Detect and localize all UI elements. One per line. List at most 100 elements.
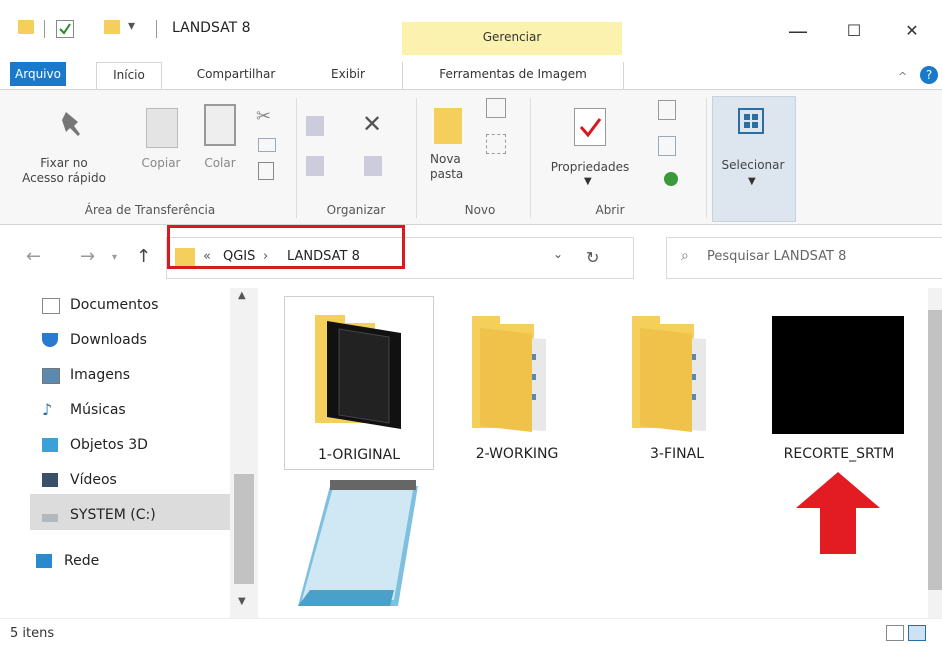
nav-item-music[interactable]: ♪ Músicas <box>42 395 126 425</box>
properties-button[interactable]: Propriedades <box>540 160 640 175</box>
ribbon: Fixar no Acesso rápido Copiar Colar ✂ Ár… <box>0 89 942 225</box>
content-scrollbar[interactable] <box>928 288 942 618</box>
downloads-icon <box>42 333 58 347</box>
open-group-label: Abrir <box>595 203 625 217</box>
copy-to-icon[interactable] <box>306 156 324 176</box>
folder-dark-icon <box>315 315 401 429</box>
nav-item-videos[interactable]: Vídeos <box>42 465 117 495</box>
maximize-button[interactable]: ☐ <box>834 16 874 46</box>
notepad-icon <box>298 480 418 606</box>
file-item[interactable]: 2-WORKING <box>442 296 592 470</box>
new-folder-button[interactable]: Nova pasta <box>420 152 486 182</box>
nav-item-label: Imagens <box>70 367 131 383</box>
new-group-label: Novo <box>464 203 496 217</box>
nav-item-label: Objetos 3D <box>70 437 148 453</box>
scroll-down-icon[interactable]: ▼ <box>238 596 246 607</box>
select-button[interactable]: Selecionar <box>708 158 798 173</box>
nav-item-label: Documentos <box>70 297 159 313</box>
nav-item-network[interactable]: Rede <box>36 546 100 576</box>
forward-arrow-icon[interactable]: → <box>80 246 95 267</box>
file-item[interactable]: RECORTE_SRTM <box>764 296 914 470</box>
paste-shortcut-icon[interactable] <box>258 162 274 180</box>
nav-item-label: Downloads <box>70 332 147 348</box>
file-item[interactable]: 1-ORIGINAL <box>284 296 434 470</box>
paste-button[interactable]: Colar <box>196 156 244 171</box>
large-icons-view-icon[interactable] <box>908 625 926 641</box>
content-scrollbar-thumb[interactable] <box>928 310 942 590</box>
collapse-ribbon-icon[interactable]: ^ <box>898 70 907 83</box>
tab-home[interactable]: Início <box>96 62 162 90</box>
contextual-tab-group: Gerenciar <box>402 22 622 55</box>
scroll-up-icon[interactable]: ▲ <box>238 290 246 301</box>
up-arrow-icon[interactable]: ↑ <box>136 246 151 267</box>
recent-locations-chevron-icon[interactable]: ▾ <box>112 252 117 263</box>
open-icon[interactable] <box>658 100 676 120</box>
delete-icon[interactable]: ✕ <box>362 110 382 138</box>
refresh-icon[interactable]: ↻ <box>586 248 599 267</box>
folder-icon <box>472 316 546 432</box>
edit-icon[interactable] <box>658 136 676 156</box>
tab-file[interactable]: Arquivo <box>10 62 66 86</box>
copy-icon <box>146 108 178 148</box>
nav-item-3d-objects[interactable]: Objetos 3D <box>42 430 148 460</box>
copy-path-icon[interactable] <box>258 138 276 152</box>
history-icon[interactable] <box>664 172 678 186</box>
pin-icon <box>56 108 86 148</box>
customize-qat-chevron-icon[interactable]: ▾ <box>128 18 135 34</box>
select-icon <box>738 108 764 134</box>
tab-image-tools[interactable]: Ferramentas de Imagem <box>402 62 624 89</box>
close-button[interactable]: ✕ <box>892 16 932 46</box>
red-arrow-annotation <box>796 472 880 554</box>
help-icon[interactable]: ? <box>920 66 938 84</box>
tab-view[interactable]: Exibir <box>322 62 374 86</box>
cut-icon[interactable]: ✂ <box>256 106 271 127</box>
file-list: 1-ORIGINAL 2-WORKING 3-FINAL RECORTE_SRT… <box>262 288 942 618</box>
pin-quick-access-button[interactable]: Fixar no Acesso rápido <box>14 156 114 186</box>
search-input[interactable]: ⌕ Pesquisar LANDSAT 8 <box>666 237 942 279</box>
rename-icon[interactable] <box>364 156 382 176</box>
music-icon: ♪ <box>42 400 53 419</box>
group-separator <box>530 98 531 218</box>
properties-icon <box>574 108 606 146</box>
move-to-icon[interactable] <box>306 116 324 136</box>
separator <box>44 20 45 38</box>
address-highlight-annotation <box>167 225 405 269</box>
group-separator <box>416 98 417 218</box>
paste-icon <box>204 104 236 146</box>
nav-item-label: SYSTEM (C:) <box>70 507 156 523</box>
nav-scrollbar-thumb[interactable] <box>234 474 254 584</box>
file-name: 3-FINAL <box>650 446 704 462</box>
organize-group-label: Organizar <box>326 203 386 217</box>
ribbon-tabs: Arquivo Início Compartilhar Exibir Ferra… <box>0 58 942 90</box>
title-bar: ▾ LANDSAT 8 Gerenciar — ☐ ✕ <box>0 0 942 58</box>
folder-icon <box>18 20 34 34</box>
easy-access-icon[interactable] <box>486 134 506 154</box>
copy-button[interactable]: Copiar <box>136 156 186 171</box>
drive-icon <box>42 514 58 522</box>
nav-item-pictures[interactable]: Imagens <box>42 360 131 390</box>
properties-qat-icon[interactable] <box>56 20 74 38</box>
file-name: RECORTE_SRTM <box>783 446 895 462</box>
properties-dropdown-icon[interactable]: ▼ <box>584 176 592 187</box>
navigation-pane: Documentos Downloads Imagens ♪ Músicas Ob… <box>0 288 262 618</box>
details-view-icon[interactable] <box>886 625 904 641</box>
file-item[interactable] <box>284 476 434 616</box>
nav-item-documents[interactable]: Documentos <box>42 290 159 320</box>
nav-item-label: Rede <box>64 553 100 569</box>
file-item[interactable]: 3-FINAL <box>602 296 752 470</box>
nav-item-downloads[interactable]: Downloads <box>42 325 147 355</box>
minimize-button[interactable]: — <box>778 16 818 46</box>
file-name: 2-WORKING <box>475 446 559 462</box>
address-dropdown-icon[interactable]: ⌄ <box>553 247 563 261</box>
file-name: 1-ORIGINAL <box>317 447 401 463</box>
back-arrow-icon[interactable]: ← <box>26 246 41 267</box>
group-separator <box>706 98 707 218</box>
select-dropdown-icon[interactable]: ▼ <box>748 176 756 187</box>
clipboard-group-label: Área de Transferência <box>84 203 216 217</box>
new-folder-qat-icon[interactable] <box>104 20 120 34</box>
status-bar: 5 itens <box>0 618 942 647</box>
tab-share[interactable]: Compartilhar <box>188 62 284 86</box>
search-placeholder: Pesquisar LANDSAT 8 <box>707 249 847 264</box>
new-item-icon[interactable] <box>486 98 506 118</box>
nav-item-system-drive[interactable]: SYSTEM (C:) <box>42 500 156 530</box>
